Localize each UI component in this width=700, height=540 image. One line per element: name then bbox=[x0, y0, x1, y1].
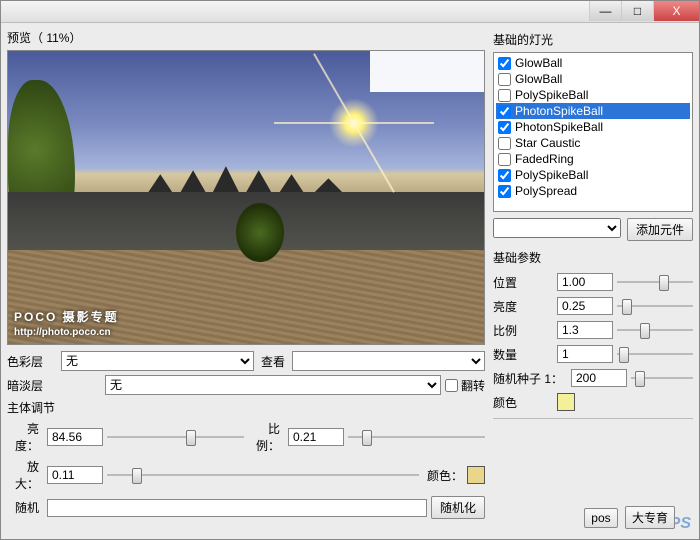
light-list[interactable]: GlowBall GlowBall PolySpikeBall PhotonSpike… bbox=[493, 52, 693, 212]
light-item[interactable]: Star Caustic bbox=[496, 135, 690, 151]
light-color-label: 颜色 bbox=[493, 394, 553, 411]
maximize-button[interactable]: □ bbox=[621, 1, 653, 21]
dim-layer-label: 暗淡层 bbox=[7, 377, 57, 394]
light-item[interactable]: GlowBall bbox=[496, 55, 690, 71]
zoom-slider[interactable] bbox=[107, 467, 419, 483]
basic-params-label: 基础参数 bbox=[493, 249, 693, 266]
count-input[interactable]: 1 bbox=[557, 345, 613, 363]
position-input[interactable]: 1.00 bbox=[557, 273, 613, 291]
light-ratio-input[interactable]: 1.3 bbox=[557, 321, 613, 339]
light-checkbox[interactable] bbox=[498, 89, 511, 102]
light-item[interactable]: PolySpikeBall bbox=[496, 87, 690, 103]
light-item[interactable]: PhotonSpikeBall bbox=[496, 119, 690, 135]
footer-button-2[interactable]: 大专育 bbox=[625, 506, 675, 529]
randomize-button[interactable]: 随机化 bbox=[431, 496, 485, 519]
light-label: GlowBall bbox=[515, 56, 562, 70]
light-checkbox[interactable] bbox=[498, 105, 511, 118]
light-checkbox[interactable] bbox=[498, 169, 511, 182]
light-item[interactable]: PolySpikeBall bbox=[496, 167, 690, 183]
close-button[interactable]: X bbox=[653, 1, 699, 21]
color-layer-label: 色彩层 bbox=[7, 353, 57, 370]
seed-label: 随机种子 1： bbox=[493, 370, 567, 387]
light-ratio-label: 比例 bbox=[493, 322, 553, 339]
zoom-input[interactable]: 0.11 bbox=[47, 466, 103, 484]
seed-input[interactable]: 200 bbox=[571, 369, 627, 387]
flip-checkbox[interactable]: 翻转 bbox=[445, 377, 485, 394]
light-brightness-label: 亮度 bbox=[493, 298, 553, 315]
footer-button-1[interactable]: pos bbox=[584, 508, 617, 528]
light-brightness-slider[interactable] bbox=[617, 298, 693, 314]
light-label: FadedRing bbox=[515, 152, 574, 166]
light-checkbox[interactable] bbox=[498, 73, 511, 86]
element-type-select[interactable] bbox=[493, 218, 621, 238]
dim-layer-select[interactable]: 无 bbox=[105, 375, 441, 395]
preview-image[interactable]: POCO 摄影专题 http://photo.poco.cn bbox=[7, 50, 485, 345]
count-label: 数量 bbox=[493, 346, 553, 363]
light-label: GlowBall bbox=[515, 72, 562, 86]
light-label: PolySpikeBall bbox=[515, 168, 588, 182]
watermark-text: POCO 摄影专题 http://photo.poco.cn bbox=[14, 308, 119, 338]
light-brightness-input[interactable]: 0.25 bbox=[557, 297, 613, 315]
count-slider[interactable] bbox=[617, 346, 693, 362]
light-item[interactable]: FadedRing bbox=[496, 151, 690, 167]
titlebar[interactable]: — □ X bbox=[1, 1, 699, 23]
light-item[interactable]: PhotonSpikeBall bbox=[496, 103, 690, 119]
light-item[interactable]: GlowBall bbox=[496, 71, 690, 87]
brightness-input[interactable]: 84.56 bbox=[47, 428, 103, 446]
color-label: 颜色： bbox=[423, 467, 463, 484]
color-swatch[interactable] bbox=[467, 466, 485, 484]
light-color-swatch[interactable] bbox=[557, 393, 575, 411]
app-window: — □ X 预览（ 11%） POCO 摄影专题 http://photo.po… bbox=[0, 0, 700, 540]
main-adjust-label: 主体调节 bbox=[7, 399, 55, 416]
random-label: 随机 bbox=[7, 499, 43, 516]
ratio-label: 比例： bbox=[248, 420, 284, 454]
light-ratio-slider[interactable] bbox=[617, 322, 693, 338]
seed-slider[interactable] bbox=[631, 370, 693, 386]
light-checkbox[interactable] bbox=[498, 121, 511, 134]
light-label: PhotonSpikeBall bbox=[515, 120, 603, 134]
lights-panel-title: 基础的灯光 bbox=[493, 31, 693, 48]
add-element-button[interactable]: 添加元件 bbox=[627, 218, 693, 241]
view-label: 查看 bbox=[258, 353, 288, 370]
sun-flare-icon bbox=[329, 98, 379, 148]
brightness-label: 亮度： bbox=[7, 420, 43, 454]
position-slider[interactable] bbox=[617, 274, 693, 290]
light-checkbox[interactable] bbox=[498, 137, 511, 150]
light-checkbox[interactable] bbox=[498, 153, 511, 166]
light-item[interactable]: PolySpread bbox=[496, 183, 690, 199]
light-label: PolySpread bbox=[515, 184, 577, 198]
minimize-button[interactable]: — bbox=[589, 1, 621, 21]
view-select[interactable] bbox=[292, 351, 485, 371]
light-label: Star Caustic bbox=[515, 136, 580, 150]
light-label: PhotonSpikeBall bbox=[515, 104, 603, 118]
preview-label: 预览（ 11%） bbox=[7, 29, 485, 46]
random-input[interactable] bbox=[47, 499, 427, 517]
zoom-label: 放大： bbox=[7, 458, 43, 492]
ratio-input[interactable]: 0.21 bbox=[288, 428, 344, 446]
light-checkbox[interactable] bbox=[498, 185, 511, 198]
light-label: PolySpikeBall bbox=[515, 88, 588, 102]
brightness-slider[interactable] bbox=[107, 429, 244, 445]
ratio-slider[interactable] bbox=[348, 429, 485, 445]
position-label: 位置 bbox=[493, 274, 553, 291]
color-layer-select[interactable]: 无 bbox=[61, 351, 254, 371]
light-checkbox[interactable] bbox=[498, 57, 511, 70]
